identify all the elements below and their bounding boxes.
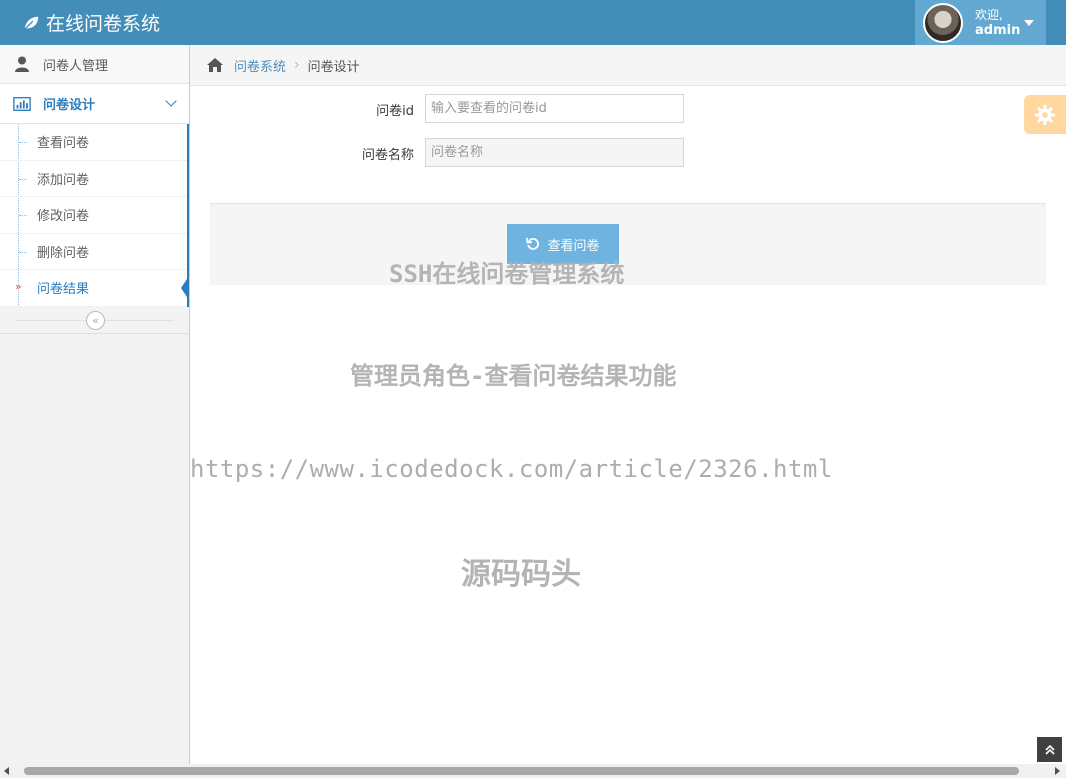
watermark-brand: 源码码头 (461, 557, 581, 592)
horizontal-scrollbar[interactable] (0, 764, 1066, 778)
caret-down-icon (1024, 20, 1034, 26)
double-angle-right-icon: » (15, 280, 22, 293)
home-icon[interactable] (206, 57, 224, 73)
questionnaire-name-label: 问卷名称 (361, 148, 414, 163)
breadcrumb-separator: › (294, 57, 300, 73)
form-row-name: 问卷名称 (190, 138, 1066, 168)
sidebar-item-respondent[interactable]: 问卷人管理 (0, 45, 189, 84)
scrollbar-thumb[interactable] (24, 767, 1019, 775)
welcome-text: 欢迎, (975, 7, 1003, 22)
submenu-item-delete[interactable]: 删除问卷 (0, 234, 187, 270)
brand-title: 在线问卷系统 (46, 13, 161, 35)
scroll-left-icon[interactable] (4, 767, 9, 775)
breadcrumb-current: 问卷设计 (307, 59, 360, 75)
avatar (923, 2, 963, 43)
submenu-item-edit[interactable]: 修改问卷 (0, 197, 187, 234)
form-actions: 查看问卷 (210, 203, 1046, 285)
submenu-label: 问卷结果 (37, 282, 90, 298)
leaf-icon (23, 16, 39, 31)
questionnaire-id-input[interactable] (425, 94, 684, 123)
gear-icon (1035, 104, 1055, 125)
watermark-subtitle: 管理员角色-查看问卷结果功能 (350, 362, 677, 390)
sidebar-collapse-bar: « (0, 306, 189, 334)
view-questionnaire-label: 查看问卷 (547, 238, 600, 254)
submenu-label: 添加问卷 (37, 172, 90, 188)
submenu-label: 查看问卷 (37, 136, 90, 152)
submenu: 查看问卷 添加问卷 修改问卷 删除问卷 » 问卷结果 (0, 124, 189, 307)
form-row-id: 问卷id (190, 94, 1066, 124)
sidebar-item-label: 问卷人管理 (43, 58, 109, 74)
watermark-url: https://www.icodedock.com/article/2326.h… (190, 455, 833, 483)
username: admin (975, 22, 1021, 38)
bar-chart-icon (13, 96, 31, 111)
questionnaire-name-input[interactable] (425, 138, 684, 167)
breadcrumb-link-system[interactable]: 问卷系统 (234, 56, 286, 75)
submenu-label: 删除问卷 (37, 245, 90, 261)
scroll-right-icon[interactable] (1055, 767, 1060, 775)
top-navbar: 在线问卷系统 欢迎, admin (0, 0, 1066, 45)
brand[interactable]: 在线问卷系统 (22, 9, 160, 36)
double-angle-up-icon (1044, 744, 1055, 755)
sidebar: 问卷人管理 问卷设计 查看问卷 添加问卷 修改问卷 删除问卷 » 问卷结果 « (0, 45, 190, 765)
sidebar-item-design[interactable]: 问卷设计 (0, 84, 189, 124)
active-indicator (181, 276, 189, 300)
refresh-icon (526, 237, 540, 250)
user-info: 欢迎, admin (975, 8, 1020, 38)
collapse-sidebar-icon[interactable]: « (86, 310, 105, 330)
user-icon (15, 56, 29, 72)
watermark-title: SSH在线问卷管理系统 (389, 260, 625, 288)
questionnaire-id-label: 问卷id (376, 104, 414, 119)
submenu-label: 修改问卷 (37, 209, 90, 225)
sidebar-item-label: 问卷设计 (43, 98, 96, 113)
settings-toggle[interactable] (1024, 95, 1066, 134)
submenu-item-view[interactable]: 查看问卷 (0, 124, 187, 161)
user-menu[interactable]: 欢迎, admin (915, 0, 1046, 45)
submenu-item-add[interactable]: 添加问卷 (0, 161, 187, 197)
submenu-item-results[interactable]: » 问卷结果 (0, 270, 189, 307)
scroll-top-button[interactable] (1037, 737, 1062, 762)
breadcrumb: 问卷系统 › 问卷设计 (190, 45, 1066, 86)
chevron-down-icon (165, 95, 177, 107)
